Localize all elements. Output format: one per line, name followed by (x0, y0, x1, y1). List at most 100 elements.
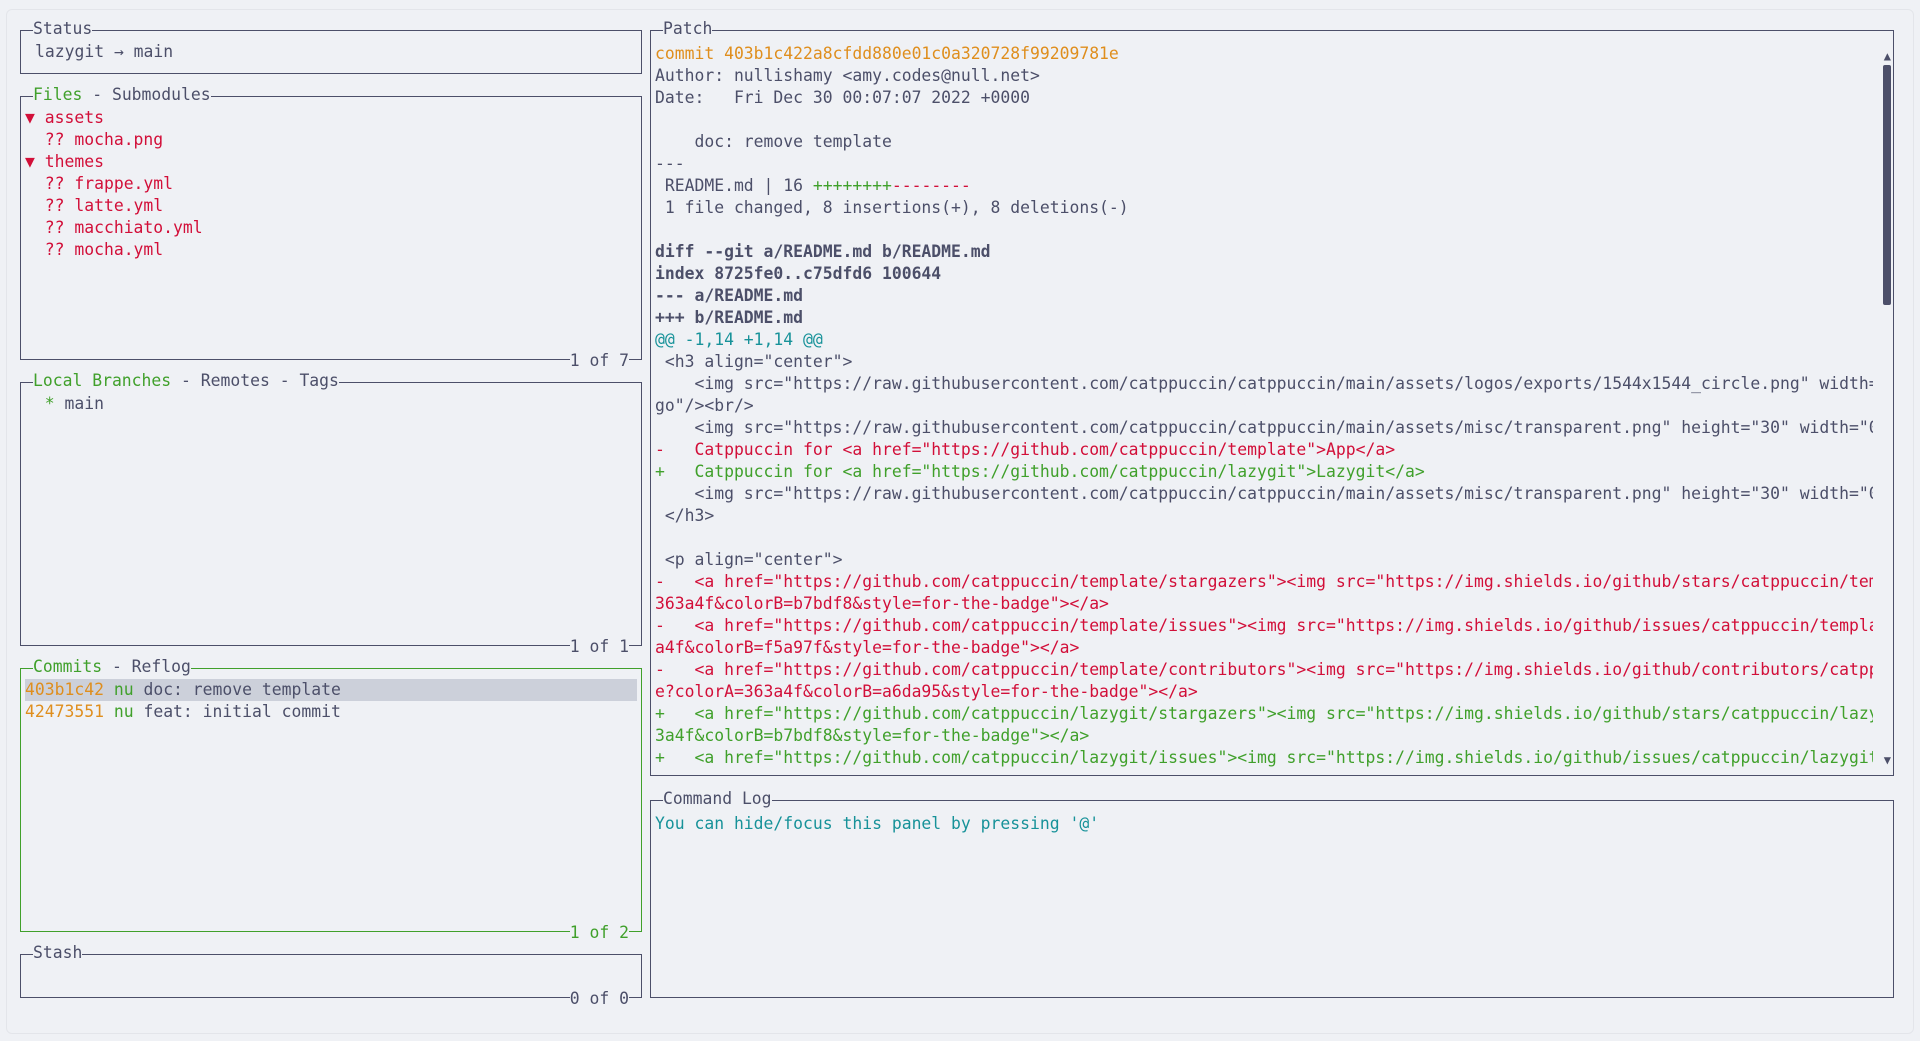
branches-panel-title[interactable]: Local Branches - Remotes - Tags (33, 371, 339, 391)
tab-remotes-tags[interactable]: - Remotes - Tags (171, 371, 339, 390)
patch-line: + Catppuccin for <a href="https://github… (655, 461, 1873, 483)
patch-line-text: - Catppuccin for <a href="https://github… (655, 440, 1396, 459)
patch-line-text: doc: remove template (655, 132, 892, 151)
patch-line-text: 3a4f&colorB=b7bdf8&style=for-the-badge">… (655, 726, 1090, 745)
patch-line-text: + Catppuccin for <a href="https://github… (655, 462, 1425, 481)
patch-line: diff --git a/README.md b/README.md (655, 241, 1873, 263)
commit-message: doc: remove template (143, 680, 341, 699)
patch-line: <p align="center"> (655, 549, 1873, 571)
patch-line: <img src="https://raw.githubusercontent.… (655, 417, 1873, 439)
patch-line: @@ -1,14 +1,14 @@ (655, 329, 1873, 351)
branches-panel[interactable]: Local Branches - Remotes - Tags * main 1… (20, 371, 642, 657)
patch-line: a4f&colorB=f5a97f&style=for-the-badge"><… (655, 637, 1873, 659)
file-tree-item-label: ?? mocha.png (44, 130, 164, 149)
tab-local-branches[interactable]: Local Branches (33, 371, 171, 390)
patch-line: go"/><br/> (655, 395, 1873, 417)
commits-list: 403b1c42 nu doc: remove template 42473551… (25, 679, 637, 927)
patch-line (655, 109, 1873, 131)
patch-line: + <a href="https://github.com/catppuccin… (655, 747, 1873, 769)
commit-author: nu (113, 680, 134, 699)
patch-line: +++ b/README.md (655, 307, 1873, 329)
commit-hash: 42473551 (25, 702, 104, 721)
file-tree-item[interactable]: ?? mocha.png (25, 129, 637, 151)
patch-line: <img src="https://raw.githubusercontent.… (655, 373, 1873, 395)
scroll-up-arrow[interactable]: ▲ (1884, 49, 1891, 63)
patch-line-text: <img src="https://raw.githubusercontent.… (655, 484, 1873, 503)
file-tree-item-label: ?? latte.yml (44, 196, 164, 215)
file-tree-item-label: ?? frappe.yml (44, 174, 174, 193)
patch-line: - <a href="https://github.com/catppuccin… (655, 659, 1873, 681)
patch-panel[interactable]: Patch commit 403b1c422a8cfdd880e01c0a320… (650, 19, 1894, 776)
tab-reflog[interactable]: - Reflog (102, 657, 191, 676)
commit-row[interactable]: 403b1c42 nu doc: remove template (25, 679, 637, 701)
command-log-message: You can hide/focus this panel by pressin… (655, 814, 1100, 833)
patch-line: <h3 align="center"> (655, 351, 1873, 373)
tab-commits[interactable]: Commits (33, 657, 102, 676)
files-panel-title[interactable]: Files - Submodules (33, 85, 211, 105)
tab-files[interactable]: Files (33, 85, 82, 104)
patch-line-text: a4f&colorB=f5a97f&style=for-the-badge"><… (655, 638, 1080, 657)
patch-line-text: Author: nullishamy <amy.codes@null.net> (655, 66, 1040, 85)
patch-line-text: --- (655, 154, 685, 173)
patch-line: Author: nullishamy <amy.codes@null.net> (655, 65, 1873, 87)
file-tree-item[interactable]: ▼ themes (25, 151, 637, 173)
files-list: ▼ assets ?? mocha.png ▼ themes ?? frappe.… (25, 107, 637, 355)
patch-line (655, 219, 1873, 241)
branch-name: main (64, 394, 104, 413)
patch-line-text: + <a href="https://github.com/catppuccin… (655, 748, 1873, 767)
patch-line: Date: Fri Dec 30 00:07:07 2022 +0000 (655, 87, 1873, 109)
commits-panel-title[interactable]: Commits - Reflog (33, 657, 191, 677)
patch-line: README.md | 16 ++++++++-------- (655, 175, 1873, 197)
file-tree-item[interactable]: ▼ assets (25, 107, 637, 129)
files-counter: 1 of 7 (569, 351, 629, 371)
file-tree-item[interactable]: ?? mocha.yml (25, 239, 637, 261)
patch-line-text: <p align="center"> (655, 550, 843, 569)
stash-panel-title: Stash (33, 943, 83, 963)
patch-line: <img src="https://raw.githubusercontent.… (655, 483, 1873, 505)
file-tree-item-label: ▼ assets (25, 108, 104, 127)
tab-submodules[interactable]: - Submodules (82, 85, 210, 104)
patch-line-text: README.md | 16 (655, 176, 813, 195)
scroll-down-arrow[interactable]: ▼ (1884, 753, 1891, 767)
patch-line-text: - <a href="https://github.com/catppuccin… (655, 572, 1873, 591)
patch-line: - <a href="https://github.com/catppuccin… (655, 615, 1873, 637)
status-text: lazygit → main (35, 42, 174, 61)
patch-line: e?colorA=363a4f&colorB=a6da95&style=for-… (655, 681, 1873, 703)
patch-panel-title: Patch (663, 19, 713, 39)
commit-message: feat: initial commit (143, 702, 341, 721)
file-tree-item[interactable]: ?? latte.yml (25, 195, 637, 217)
patch-line-text: commit 403b1c422a8cfdd880e01c0a320728f99… (655, 44, 1119, 63)
commits-panel[interactable]: Commits - Reflog 403b1c42 nu doc: remove… (20, 657, 642, 943)
patch-line-text: +++ b/README.md (655, 308, 804, 327)
status-panel[interactable]: Status lazygit → main (20, 19, 642, 74)
patch-line-text: go"/><br/> (655, 396, 754, 415)
diffstat-deletions: -------- (891, 176, 971, 195)
file-tree-item[interactable]: ?? macchiato.yml (25, 217, 637, 239)
stash-panel[interactable]: Stash 0 of 0 (20, 943, 642, 1009)
patch-line-text: --- a/README.md (655, 286, 804, 305)
commit-row[interactable]: 42473551 nu feat: initial commit (25, 701, 637, 723)
patch-content: commit 403b1c422a8cfdd880e01c0a320728f99… (655, 43, 1873, 771)
status-panel-title: Status (33, 19, 93, 39)
stash-counter: 0 of 0 (569, 989, 629, 1009)
file-tree-item[interactable]: ?? frappe.yml (25, 173, 637, 195)
patch-line (655, 527, 1873, 549)
files-panel[interactable]: Files - Submodules ▼ assets ?? mocha.png… (20, 85, 642, 371)
patch-line-text: - <a href="https://github.com/catppuccin… (655, 660, 1873, 679)
patch-line: + <a href="https://github.com/catppuccin… (655, 703, 1873, 725)
branch-current-marker: * (44, 394, 55, 413)
commit-author: nu (113, 702, 134, 721)
patch-line-text: + <a href="https://github.com/catppuccin… (655, 704, 1873, 723)
command-log-panel[interactable]: Command Log You can hide/focus this pane… (650, 789, 1894, 998)
patch-line: index 8725fe0..c75dfd6 100644 (655, 263, 1873, 285)
patch-line: - <a href="https://github.com/catppuccin… (655, 571, 1873, 593)
patch-scrollbar[interactable] (1883, 65, 1891, 305)
commit-hash: 403b1c42 (25, 680, 104, 699)
patch-line-text: <img src="https://raw.githubusercontent.… (655, 418, 1873, 437)
patch-line-text: 1 file changed, 8 insertions(+), 8 delet… (655, 198, 1129, 217)
patch-line-text: <h3 align="center"> (655, 352, 853, 371)
branches-counter: 1 of 1 (569, 637, 629, 657)
patch-line-text: <img src="https://raw.githubusercontent.… (655, 374, 1873, 393)
patch-line: 1 file changed, 8 insertions(+), 8 delet… (655, 197, 1873, 219)
branch-item[interactable]: * main (25, 393, 637, 415)
